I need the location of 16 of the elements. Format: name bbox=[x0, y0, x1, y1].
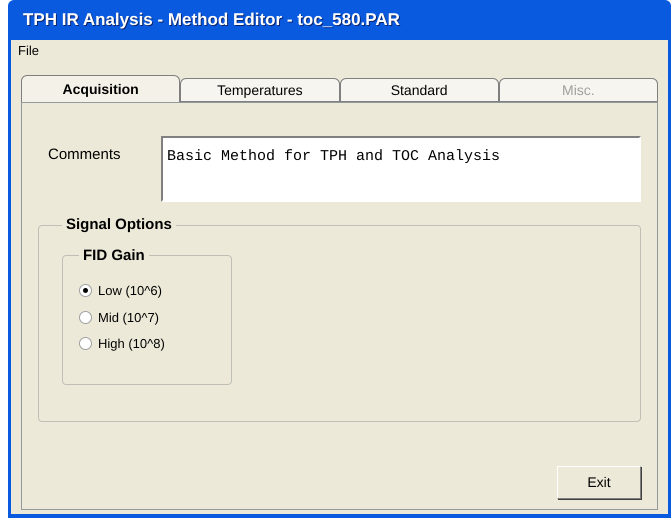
exit-button[interactable]: Exit bbox=[557, 466, 641, 499]
radio-button[interactable] bbox=[79, 310, 92, 324]
window-title: TPH IR Analysis - Method Editor - toc_580.PAR bbox=[23, 9, 400, 32]
signal-options-title: Signal Options bbox=[65, 215, 173, 235]
fid-gain-title: FID Gain bbox=[82, 246, 146, 266]
tab[interactable]: Standard bbox=[340, 78, 499, 102]
comments-label: Comments bbox=[48, 145, 122, 165]
radio-option[interactable]: Low (10^6) bbox=[79, 281, 215, 300]
radio-button[interactable] bbox=[79, 284, 92, 298]
radio-option[interactable]: High (10^8) bbox=[79, 334, 215, 354]
tab[interactable]: Temperatures bbox=[180, 78, 340, 102]
comments-field[interactable]: Basic Method for TPH and TOC Analysis bbox=[161, 136, 641, 202]
tab[interactable]: Acquisition bbox=[21, 75, 180, 102]
menu-item[interactable]: File bbox=[15, 40, 42, 60]
radio-option[interactable]: Mid (10^7) bbox=[79, 308, 215, 327]
radio-button[interactable] bbox=[79, 337, 92, 350]
